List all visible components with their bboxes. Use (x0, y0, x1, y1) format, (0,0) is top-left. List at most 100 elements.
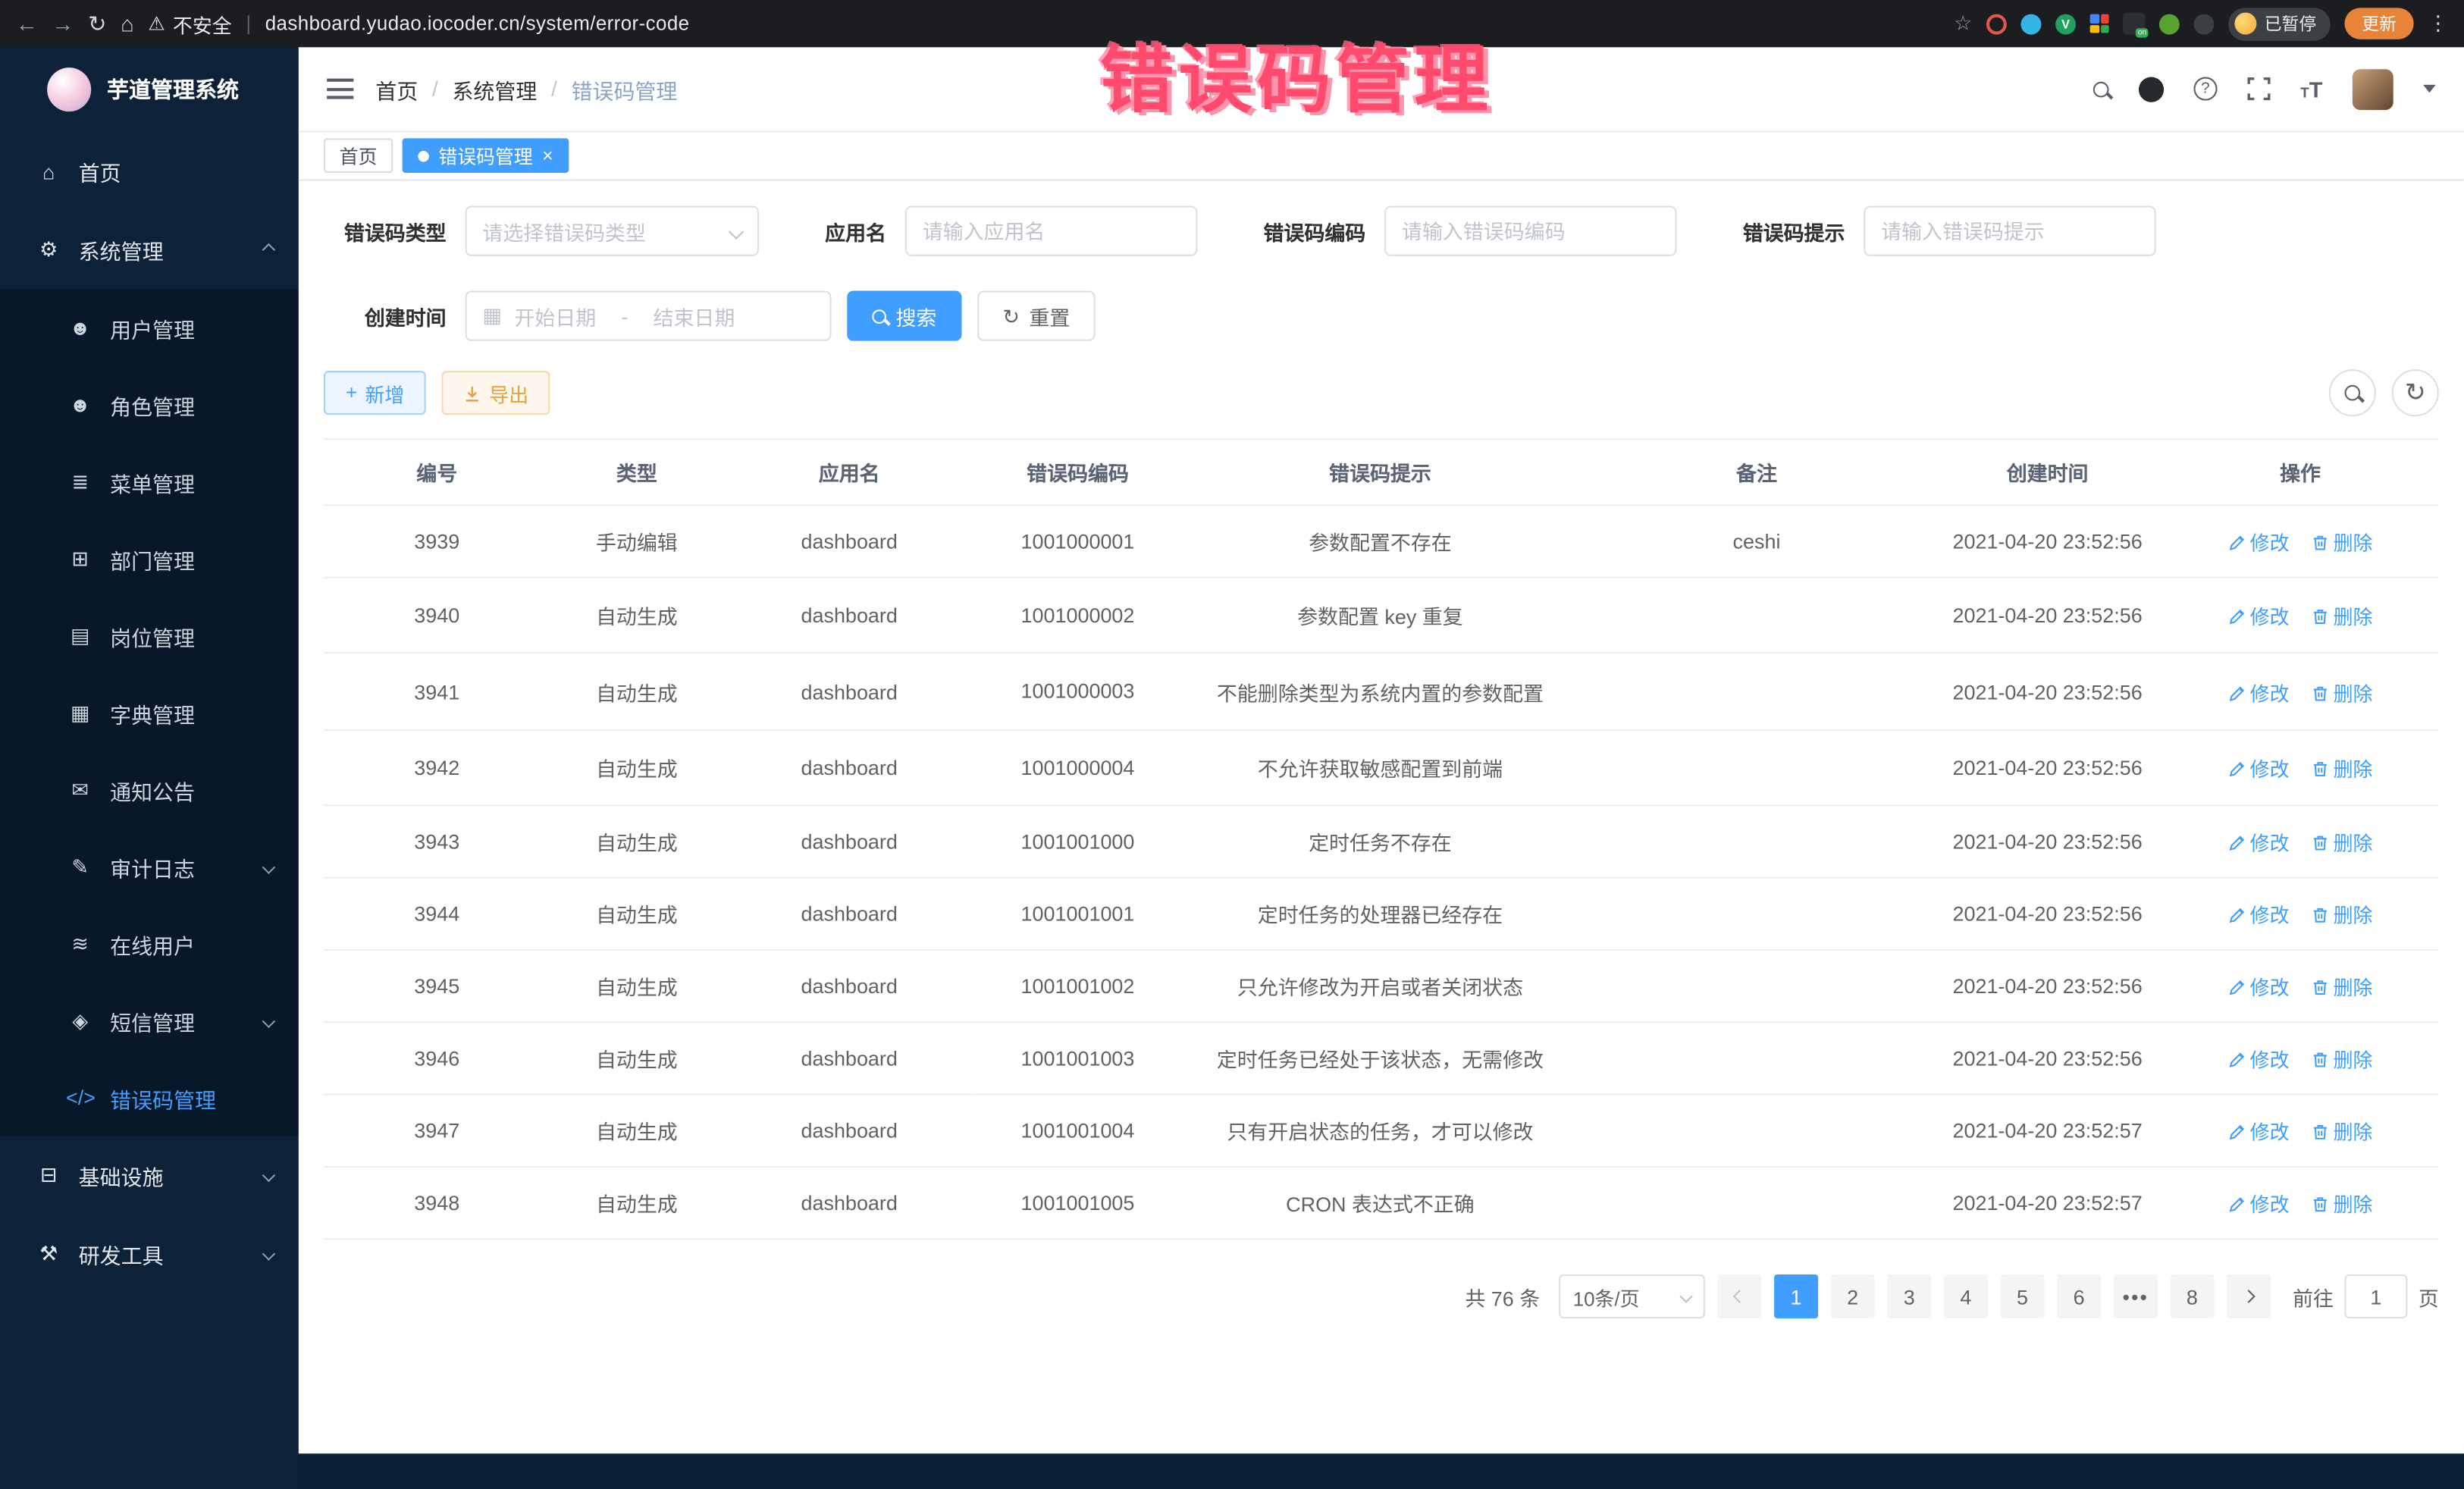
trash-icon (2312, 534, 2329, 552)
cell-hint: CRON 表达式不正确 (1180, 1168, 1580, 1240)
sidebar-item-sms-management[interactable]: ◈短信管理 (0, 982, 299, 1059)
chevron-down-icon[interactable] (2423, 85, 2436, 92)
browser-menu-icon[interactable]: ⋮ (2428, 11, 2448, 36)
sidebar-item-role-management[interactable]: ☻角色管理 (0, 366, 299, 444)
breadcrumb-item-1[interactable]: 系统管理 (452, 73, 537, 104)
page-button-2[interactable]: 2 (1831, 1275, 1875, 1319)
sidebar-item-home[interactable]: ⌂首页 (0, 132, 299, 211)
tab-home[interactable]: 首页 (324, 138, 393, 173)
edit-link[interactable]: 修改 (2228, 978, 2290, 1000)
edit-label: 修改 (2250, 978, 2290, 1000)
hamburger-icon[interactable] (327, 79, 353, 99)
security-indicator[interactable]: ⚠ 不安全 (148, 8, 231, 38)
fullscreen-icon[interactable] (2247, 77, 2271, 101)
sidebar-item-user-management[interactable]: ☻用户管理 (0, 289, 299, 366)
cell-remark (1580, 730, 1933, 806)
search-icon[interactable] (2093, 81, 2109, 97)
extension-check-icon[interactable]: V (2055, 14, 2076, 34)
sidebar-item-dict-management[interactable]: ▦字典管理 (0, 674, 299, 751)
extension-puzzle-icon[interactable] (2193, 14, 2214, 34)
date-range-picker[interactable]: ▦ 开始日期 - 结束日期 (466, 290, 832, 340)
page-size-select[interactable]: 10条/页 (1559, 1275, 1705, 1319)
bookmark-star-icon[interactable]: ☆ (1954, 11, 1972, 36)
edit-link[interactable]: 修改 (2228, 1123, 2290, 1145)
edit-link[interactable]: 修改 (2228, 906, 2290, 928)
profile-paused-badge[interactable]: 已暂停 (2228, 7, 2331, 40)
delete-link[interactable]: 删除 (2312, 607, 2373, 629)
app-name-input[interactable] (905, 206, 1198, 256)
help-icon[interactable]: ? (2193, 77, 2217, 101)
delete-link[interactable]: 删除 (2312, 1123, 2373, 1145)
delete-link[interactable]: 删除 (2312, 1195, 2373, 1217)
github-icon[interactable] (2139, 77, 2164, 102)
chevron-down-icon (262, 860, 276, 873)
delete-link[interactable]: 删除 (2312, 759, 2373, 781)
search-toggle-button[interactable] (2329, 369, 2376, 416)
pagination-more[interactable]: ••• (2114, 1275, 2158, 1319)
page-button-6[interactable]: 6 (2057, 1275, 2101, 1319)
font-size-icon[interactable]: TT (2300, 77, 2322, 102)
delete-link[interactable]: 删除 (2312, 1050, 2373, 1072)
sidebar-item-system-management[interactable]: ⚙系统管理 (0, 211, 299, 290)
page-button-5[interactable]: 5 (2000, 1275, 2044, 1319)
refresh-button[interactable]: ↻ (2392, 369, 2439, 416)
add-button[interactable]: + 新增 (324, 371, 426, 415)
error-code-value: 1001001004 (1021, 1119, 1135, 1143)
edit-link[interactable]: 修改 (2228, 533, 2290, 555)
search-button[interactable]: 搜索 (847, 290, 961, 340)
sidebar-item-menu-management[interactable]: ≣菜单管理 (0, 444, 299, 521)
error-code-input[interactable] (1384, 206, 1677, 256)
delete-link[interactable]: 删除 (2312, 683, 2373, 705)
avatar[interactable] (2353, 68, 2393, 109)
page-button-3[interactable]: 3 (1887, 1275, 1931, 1319)
reload-icon[interactable]: ↻ (88, 13, 106, 35)
extension-leaf-icon[interactable] (2159, 14, 2180, 34)
edit-link[interactable]: 修改 (2228, 607, 2290, 629)
edit-link[interactable]: 修改 (2228, 1195, 2290, 1217)
sidebar-item-audit-log[interactable]: ✎审计日志 (0, 828, 299, 905)
extension-record-icon[interactable] (1986, 14, 2007, 34)
delete-link[interactable]: 删除 (2312, 533, 2373, 555)
sidebar-item-error-code-management[interactable]: </>错误码管理 (0, 1059, 299, 1136)
sidebar-item-online-user[interactable]: ≋在线用户 (0, 905, 299, 983)
goto-page-input[interactable] (2344, 1275, 2407, 1319)
cell-code: 1001001005 (975, 1168, 1180, 1240)
reset-button[interactable]: ↻ 重置 (977, 290, 1095, 340)
sidebar-item-dept-management[interactable]: ⊞部门管理 (0, 520, 299, 597)
extension-drop-icon[interactable] (2020, 14, 2041, 34)
error-hint-input[interactable] (1864, 206, 2156, 256)
cell-remark (1580, 654, 1933, 729)
edit-link[interactable]: 修改 (2228, 759, 2290, 781)
address-bar[interactable]: dashboard.yudao.iocoder.cn/system/error-… (265, 13, 690, 35)
page-button-8[interactable]: 8 (2170, 1275, 2214, 1319)
breadcrumb-item-0[interactable]: 首页 (375, 73, 418, 104)
edit-link[interactable]: 修改 (2228, 683, 2290, 705)
sidebar-item-infrastructure[interactable]: ⊟基础设施 (0, 1136, 299, 1215)
extension-grid-icon[interactable] (2090, 14, 2109, 33)
browser-home-icon[interactable]: ⌂ (121, 13, 134, 35)
tab-close-icon[interactable]: × (542, 146, 553, 165)
browser-update-button[interactable]: 更新 (2344, 8, 2413, 39)
page-button-1[interactable]: 1 (1774, 1275, 1818, 1319)
prev-page-button[interactable] (1717, 1275, 1761, 1319)
error-type-select[interactable]: 请选择错误码类型 (466, 206, 760, 256)
edit-link[interactable]: 修改 (2228, 1050, 2290, 1072)
back-icon[interactable]: ← (16, 13, 38, 35)
tab-error-code[interactable]: 错误码管理× (403, 138, 569, 173)
edit-link[interactable]: 修改 (2228, 833, 2290, 855)
extension-on-icon[interactable] (2123, 13, 2145, 35)
sidebar-item-dev-tools[interactable]: ⚒研发工具 (0, 1215, 299, 1293)
logo[interactable]: 芋道管理系统 (0, 47, 299, 132)
edit-icon (2228, 534, 2246, 552)
browser-chrome: ← → ↻ ⌂ ⚠ 不安全 | dashboard.yudao.iocoder.… (0, 0, 2464, 47)
sidebar-item-notice[interactable]: ✉通知公告 (0, 751, 299, 829)
delete-link[interactable]: 删除 (2312, 906, 2373, 928)
page-button-4[interactable]: 4 (1944, 1275, 1988, 1319)
export-button[interactable]: 导出 (442, 371, 550, 415)
delete-link[interactable]: 删除 (2312, 978, 2373, 1000)
next-page-button[interactable] (2227, 1275, 2271, 1319)
navbar-actions: ? TT (2093, 68, 2436, 109)
sidebar-item-post-management[interactable]: ▤岗位管理 (0, 597, 299, 675)
delete-link[interactable]: 删除 (2312, 833, 2373, 855)
forward-icon[interactable]: → (52, 13, 74, 35)
